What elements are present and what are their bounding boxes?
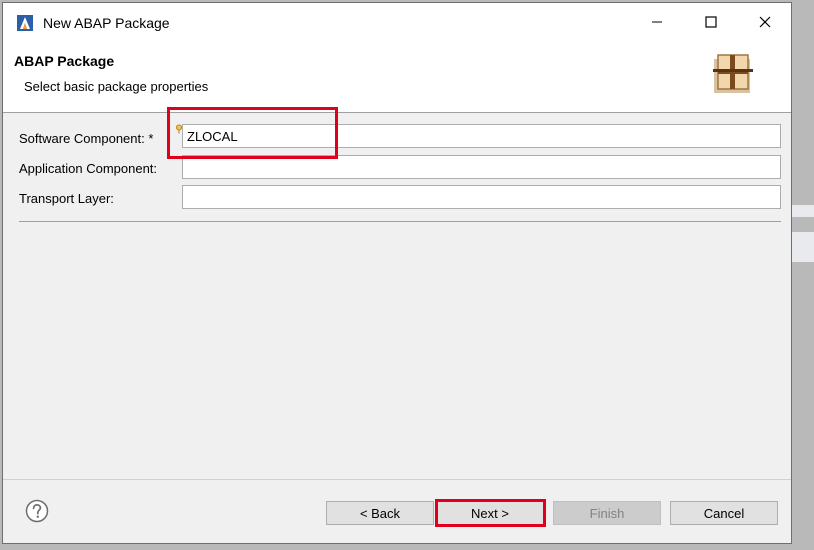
page-subtitle: Select basic package properties [24,79,209,94]
form-separator [19,221,781,222]
finish-button: Finish [553,501,661,525]
highlight-next-button [435,499,546,527]
maximize-icon [705,16,717,28]
page-title: ABAP Package [14,53,115,69]
highlight-software-component [167,107,338,159]
transport-layer-label: Transport Layer: [19,191,114,206]
minimize-icon [652,21,662,23]
back-button[interactable]: < Back [326,501,434,525]
help-icon[interactable] [25,499,49,523]
application-component-label: Application Component: [19,161,158,176]
close-icon [759,16,771,28]
title-bar: New ABAP Package [3,3,791,41]
maximize-button[interactable] [687,3,735,41]
software-component-label: Software Component: * [19,131,154,146]
minimize-button[interactable] [633,3,681,41]
button-bar-separator [3,479,791,480]
background-strip [792,205,814,217]
eclipse-adt-icon [17,15,33,31]
package-icon [713,54,753,93]
wizard-banner: ABAP Package Select basic package proper… [3,41,791,113]
window-title: New ABAP Package [43,15,170,31]
dialog-window: New ABAP Package ABAP Package Select bas… [2,2,792,544]
close-button[interactable] [741,3,789,41]
cancel-button[interactable]: Cancel [670,501,778,525]
transport-layer-input[interactable] [182,185,781,209]
background-strip [792,232,814,262]
